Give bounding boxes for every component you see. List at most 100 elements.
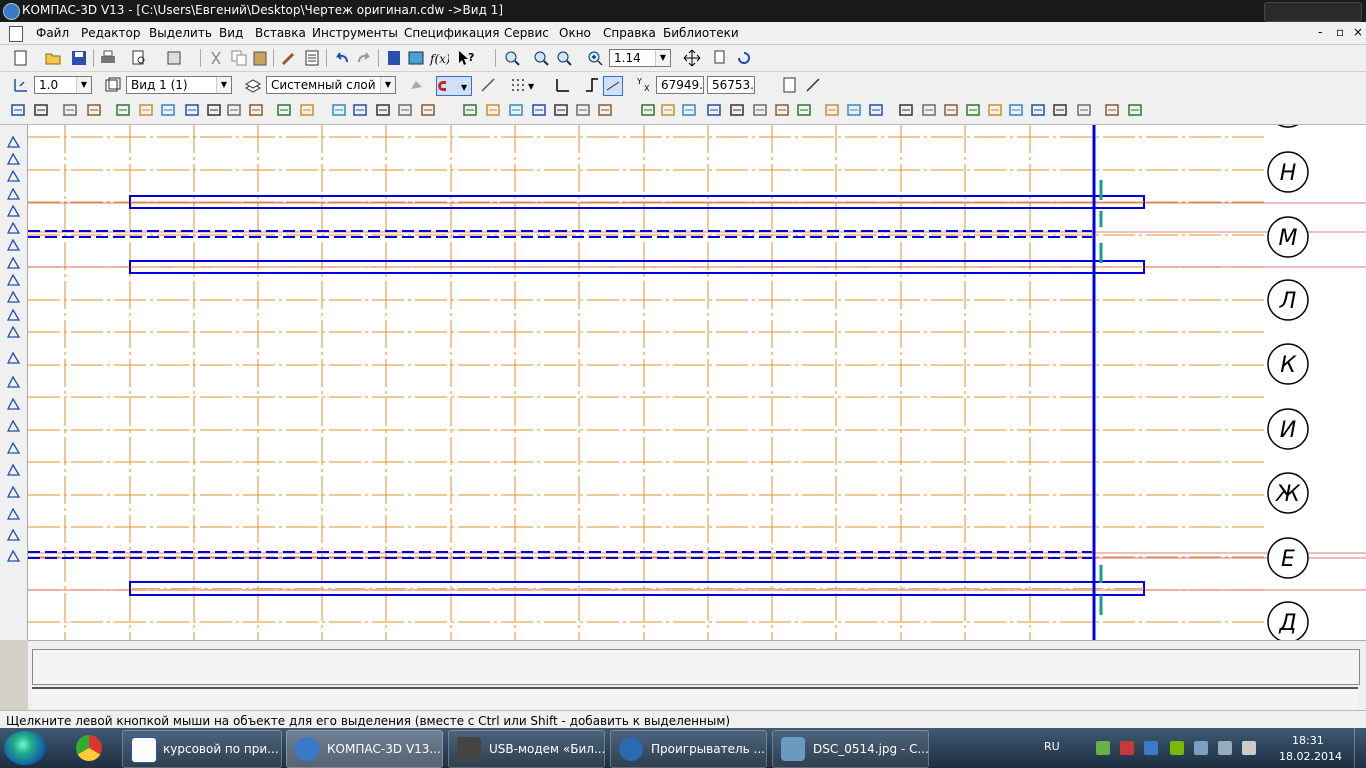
arch-tool-16-icon[interactable]: [375, 102, 393, 120]
arch-tool-26-icon[interactable]: [640, 102, 658, 120]
arch-tool-31-icon[interactable]: [752, 102, 770, 120]
arch-tool-20-icon[interactable]: [485, 102, 503, 120]
page-setup-icon[interactable]: [165, 49, 183, 67]
taskbar-item-word[interactable]: курсовой по при...: [122, 730, 282, 768]
arch-tool-36-icon[interactable]: [868, 102, 886, 120]
formula-fx-icon[interactable]: f(x): [429, 49, 449, 67]
mdi-minimize-button[interactable]: -: [1318, 25, 1322, 39]
compact-tool-19-icon[interactable]: [6, 485, 21, 499]
chevron-down-icon[interactable]: ▼: [76, 77, 91, 93]
arch-tool-19-icon[interactable]: [462, 102, 480, 120]
arch-tool-46-icon[interactable]: [1104, 102, 1122, 120]
arch-tool-10-icon[interactable]: [226, 102, 244, 120]
menu-libraries[interactable]: Библиотеки: [663, 26, 739, 40]
clock-date[interactable]: 18.02.2014: [1279, 750, 1342, 763]
start-button[interactable]: [4, 731, 46, 765]
compact-tool-14-icon[interactable]: [6, 375, 21, 389]
arch-tool-43-icon[interactable]: [1030, 102, 1048, 120]
compact-tool-1-icon[interactable]: [6, 135, 21, 149]
tree-icon[interactable]: [407, 49, 425, 67]
compact-tool-16-icon[interactable]: [6, 419, 21, 433]
arch-tool-42-icon[interactable]: [1008, 102, 1026, 120]
arch-tool-8-icon[interactable]: [184, 102, 202, 120]
step-combo[interactable]: 1.0 ▼: [34, 76, 92, 94]
arch-tool-33-icon[interactable]: [796, 102, 814, 120]
taskbar-item-usb-modem[interactable]: USB-модем «Бил...: [448, 730, 605, 768]
drawing-svg[interactable]: Н М Л К И Ж Е Д: [28, 125, 1366, 640]
redo-icon[interactable]: [355, 49, 373, 67]
arch-tool-41-icon[interactable]: [987, 102, 1005, 120]
arch-tool-24-icon[interactable]: [575, 102, 593, 120]
window-controls[interactable]: [1264, 2, 1362, 22]
show-desktop-button[interactable]: [1354, 728, 1366, 768]
arch-tool-21-icon[interactable]: [508, 102, 526, 120]
arch-tool-45-icon[interactable]: [1076, 102, 1094, 120]
menu-select[interactable]: Выделить: [149, 26, 212, 40]
redraw-icon[interactable]: [735, 49, 753, 67]
ortho-mode-icon[interactable]: [583, 76, 601, 94]
menu-help[interactable]: Справка: [603, 26, 656, 40]
coord-x-field[interactable]: 67949.: [656, 76, 704, 94]
compact-tool-10-icon[interactable]: [6, 290, 21, 304]
arch-tool-14-icon[interactable]: [331, 102, 349, 120]
arch-tool-23-icon[interactable]: [553, 102, 571, 120]
open-folder-icon[interactable]: [44, 49, 62, 67]
compact-tool-21-icon[interactable]: [6, 528, 21, 542]
grid-icon[interactable]: ▼: [510, 76, 535, 94]
save-icon[interactable]: [70, 49, 88, 67]
menu-editor[interactable]: Редактор: [81, 26, 140, 40]
compact-tool-22-icon[interactable]: [6, 549, 21, 563]
arch-tool-44-icon[interactable]: [1052, 102, 1070, 120]
menu-window[interactable]: Окно: [559, 26, 591, 40]
taskbar-item-image-viewer[interactable]: DSC_0514.jpg - С...: [772, 730, 929, 768]
compact-tool-11-icon[interactable]: [6, 308, 21, 322]
arch-tool-25-icon[interactable]: [597, 102, 615, 120]
compact-tool-6-icon[interactable]: [6, 221, 21, 235]
arch-tool-15-icon[interactable]: [352, 102, 370, 120]
zoom-scale-icon[interactable]: [555, 49, 573, 67]
arch-tool-22-icon[interactable]: [531, 102, 549, 120]
compact-tool-12-icon[interactable]: [6, 325, 21, 339]
arch-tool-3-icon[interactable]: [62, 102, 80, 120]
usb-tray-icon[interactable]: [1194, 741, 1208, 755]
menu-service[interactable]: Сервис: [504, 26, 549, 40]
network-tray-icon[interactable]: [1096, 741, 1110, 755]
compact-tool-7-icon[interactable]: [6, 238, 21, 252]
arch-tool-37-icon[interactable]: [898, 102, 916, 120]
help-pointer-icon[interactable]: ?: [456, 49, 474, 67]
cut-icon[interactable]: [207, 49, 225, 67]
layer-combo[interactable]: Системный слой (0) ▼: [266, 76, 396, 94]
document-icon[interactable]: [9, 26, 23, 42]
zoom-fit-icon[interactable]: [503, 49, 521, 67]
arch-tool-4-icon[interactable]: [86, 102, 104, 120]
new-document-icon[interactable]: [12, 49, 30, 67]
zoom-scale-combo[interactable]: 1.14 ▼: [609, 49, 671, 67]
display-tray-icon[interactable]: [1218, 741, 1232, 755]
arch-tool-12-icon[interactable]: [276, 102, 294, 120]
taskbar-item-kompas[interactable]: КОМПАС-3D V13...: [286, 730, 443, 768]
clock-time[interactable]: 18:31: [1292, 734, 1324, 747]
menu-view[interactable]: Вид: [219, 26, 243, 40]
arch-tool-2-icon[interactable]: [33, 102, 51, 120]
compact-tool-8-icon[interactable]: [6, 256, 21, 270]
antivirus-tray-icon[interactable]: [1120, 741, 1134, 755]
compact-tool-2-icon[interactable]: [6, 152, 21, 166]
chrome-taskbar-button[interactable]: [68, 730, 114, 766]
chevron-down-icon[interactable]: ▼: [655, 50, 670, 66]
mdi-close-button[interactable]: ×: [1353, 25, 1363, 39]
print-icon[interactable]: [99, 49, 117, 67]
pen-tool-icon[interactable]: [804, 76, 822, 94]
compact-tool-5-icon[interactable]: [6, 204, 21, 218]
compact-tool-3-icon[interactable]: [6, 169, 21, 183]
nvidia-tray-icon[interactable]: [1170, 741, 1184, 755]
vk-tray-icon[interactable]: [1144, 741, 1158, 755]
arch-tool-27-icon[interactable]: [660, 102, 678, 120]
compact-tool-13-icon[interactable]: [6, 351, 21, 365]
layer-icon[interactable]: [244, 76, 262, 94]
parametric-mode-icon[interactable]: [603, 76, 623, 96]
refresh-view-icon[interactable]: [713, 49, 731, 67]
compact-tool-18-icon[interactable]: [6, 463, 21, 477]
pan-move-icon[interactable]: [683, 49, 701, 67]
menu-tools[interactable]: Инструменты: [312, 26, 398, 40]
arch-tool-39-icon[interactable]: [943, 102, 961, 120]
